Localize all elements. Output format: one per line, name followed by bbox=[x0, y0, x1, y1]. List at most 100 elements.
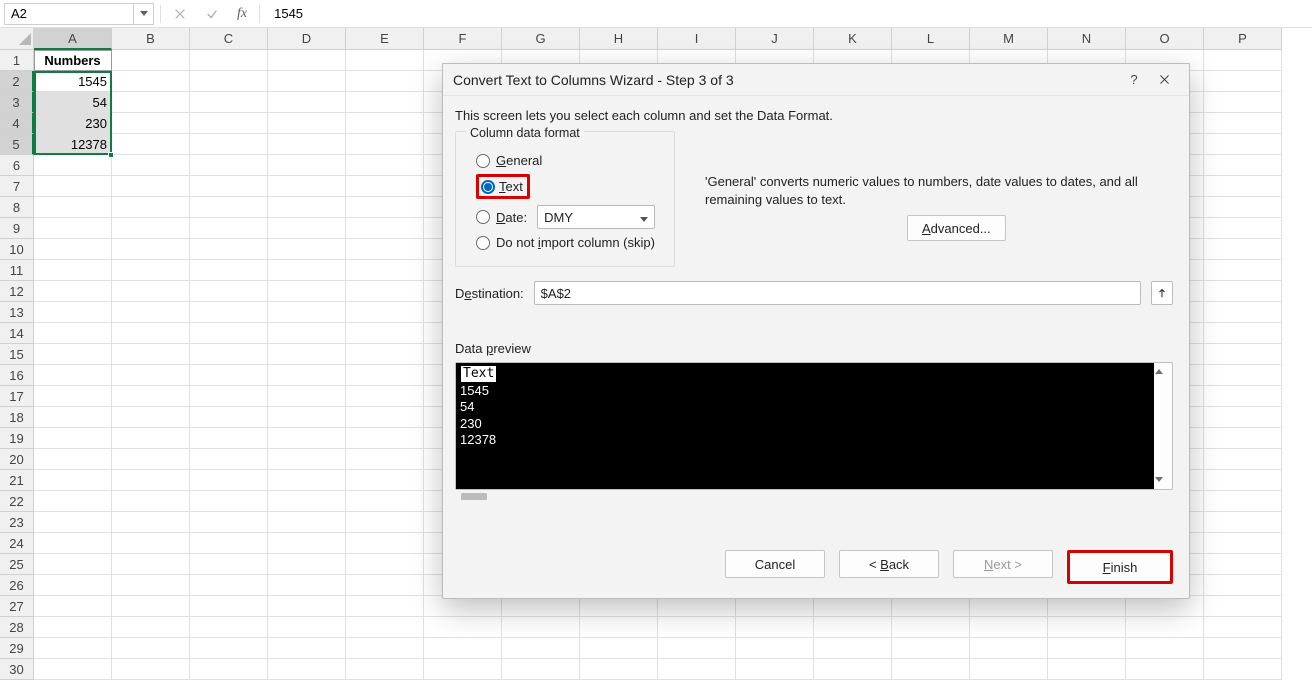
cell[interactable] bbox=[346, 638, 424, 659]
cell[interactable] bbox=[502, 638, 580, 659]
cell[interactable] bbox=[190, 533, 268, 554]
cell[interactable] bbox=[190, 512, 268, 533]
cell[interactable] bbox=[268, 218, 346, 239]
cell[interactable] bbox=[190, 155, 268, 176]
cell[interactable] bbox=[268, 428, 346, 449]
cell[interactable] bbox=[658, 617, 736, 638]
cell[interactable] bbox=[112, 575, 190, 596]
cell[interactable] bbox=[268, 71, 346, 92]
cell[interactable] bbox=[268, 449, 346, 470]
cell[interactable] bbox=[1048, 638, 1126, 659]
cell[interactable] bbox=[190, 113, 268, 134]
cell[interactable] bbox=[1048, 617, 1126, 638]
cell[interactable] bbox=[112, 365, 190, 386]
cell[interactable] bbox=[1204, 281, 1282, 302]
cell[interactable] bbox=[346, 239, 424, 260]
cell[interactable] bbox=[34, 281, 112, 302]
cell[interactable] bbox=[190, 281, 268, 302]
name-box[interactable]: A2 bbox=[5, 6, 133, 21]
cell[interactable] bbox=[346, 596, 424, 617]
cell[interactable] bbox=[1204, 428, 1282, 449]
cell[interactable] bbox=[190, 386, 268, 407]
row-header[interactable]: 8 bbox=[0, 197, 34, 218]
cell[interactable] bbox=[268, 512, 346, 533]
cell[interactable] bbox=[34, 638, 112, 659]
cell[interactable] bbox=[736, 638, 814, 659]
column-header[interactable]: B bbox=[112, 28, 190, 50]
cell[interactable] bbox=[736, 617, 814, 638]
cell[interactable] bbox=[34, 428, 112, 449]
cell[interactable] bbox=[112, 344, 190, 365]
cell[interactable] bbox=[1048, 659, 1126, 680]
cell[interactable] bbox=[34, 239, 112, 260]
cell[interactable] bbox=[1126, 596, 1204, 617]
row-header[interactable]: 14 bbox=[0, 323, 34, 344]
cell[interactable] bbox=[190, 218, 268, 239]
formula-input[interactable]: 1545 bbox=[266, 3, 1308, 25]
cell[interactable] bbox=[814, 659, 892, 680]
confirm-entry-icon[interactable] bbox=[199, 3, 225, 25]
cell[interactable] bbox=[268, 491, 346, 512]
cell[interactable] bbox=[892, 638, 970, 659]
cell[interactable] bbox=[34, 365, 112, 386]
row-header[interactable]: 21 bbox=[0, 470, 34, 491]
radio-general[interactable]: General bbox=[476, 153, 664, 168]
cell[interactable] bbox=[346, 554, 424, 575]
cell[interactable] bbox=[268, 302, 346, 323]
preview-hscroll-thumb[interactable] bbox=[461, 493, 487, 500]
cell[interactable] bbox=[1204, 575, 1282, 596]
cell[interactable] bbox=[190, 302, 268, 323]
row-header[interactable]: 7 bbox=[0, 176, 34, 197]
cell[interactable] bbox=[112, 617, 190, 638]
row-header[interactable]: 23 bbox=[0, 512, 34, 533]
advanced-button[interactable]: Advanced... bbox=[907, 215, 1006, 241]
cell[interactable] bbox=[190, 428, 268, 449]
cell[interactable] bbox=[1204, 449, 1282, 470]
cell[interactable] bbox=[190, 449, 268, 470]
cell[interactable] bbox=[34, 386, 112, 407]
radio-text[interactable]: Text bbox=[476, 174, 664, 199]
cell[interactable]: Numbers bbox=[34, 50, 112, 71]
cell[interactable] bbox=[268, 344, 346, 365]
cell[interactable] bbox=[112, 155, 190, 176]
cell[interactable] bbox=[346, 428, 424, 449]
cell[interactable] bbox=[112, 407, 190, 428]
cell[interactable] bbox=[580, 659, 658, 680]
cell[interactable] bbox=[1204, 113, 1282, 134]
cell[interactable] bbox=[112, 134, 190, 155]
cell[interactable] bbox=[268, 554, 346, 575]
range-picker-icon[interactable] bbox=[1151, 281, 1173, 305]
column-header[interactable]: F bbox=[424, 28, 502, 50]
cell[interactable] bbox=[1204, 638, 1282, 659]
cell[interactable] bbox=[190, 638, 268, 659]
cell[interactable] bbox=[1126, 638, 1204, 659]
cell[interactable] bbox=[580, 638, 658, 659]
cell[interactable] bbox=[1204, 239, 1282, 260]
cell[interactable] bbox=[34, 407, 112, 428]
cell[interactable] bbox=[1204, 470, 1282, 491]
fill-handle[interactable] bbox=[108, 152, 114, 158]
cell[interactable] bbox=[892, 617, 970, 638]
cell[interactable] bbox=[1048, 596, 1126, 617]
cell[interactable] bbox=[658, 659, 736, 680]
cell[interactable] bbox=[268, 323, 346, 344]
cell[interactable] bbox=[346, 407, 424, 428]
column-header[interactable]: A bbox=[34, 28, 112, 50]
destination-input[interactable]: $A$2 bbox=[534, 281, 1141, 305]
cell[interactable] bbox=[1204, 134, 1282, 155]
column-header[interactable]: D bbox=[268, 28, 346, 50]
cell[interactable] bbox=[112, 554, 190, 575]
next-button[interactable]: Next > bbox=[953, 550, 1053, 578]
cell[interactable] bbox=[1204, 71, 1282, 92]
preview-vscroll[interactable] bbox=[1154, 363, 1172, 489]
cell[interactable] bbox=[1126, 617, 1204, 638]
cell[interactable] bbox=[34, 260, 112, 281]
cell[interactable] bbox=[346, 533, 424, 554]
row-header[interactable]: 25 bbox=[0, 554, 34, 575]
cell[interactable] bbox=[34, 512, 112, 533]
cell[interactable] bbox=[346, 260, 424, 281]
cell[interactable] bbox=[268, 155, 346, 176]
cell[interactable] bbox=[346, 491, 424, 512]
cell[interactable] bbox=[112, 92, 190, 113]
cell[interactable] bbox=[814, 617, 892, 638]
